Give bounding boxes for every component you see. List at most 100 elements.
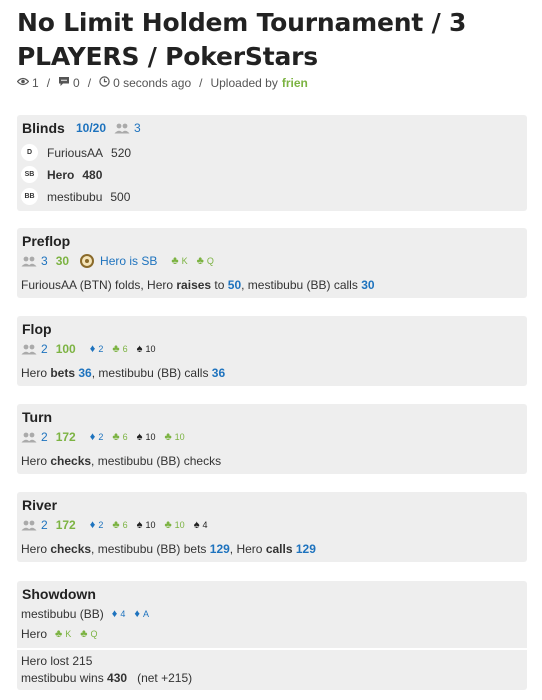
big-blind-badge: BB (21, 188, 38, 205)
comment-icon (58, 76, 70, 90)
club-icon: ♣ (196, 255, 204, 267)
pot-size: 172 (55, 518, 76, 532)
comments-count: 0 (73, 76, 80, 90)
pot-size: 172 (55, 430, 76, 444)
post-time: 0 seconds ago (113, 76, 192, 90)
blinds-panel: Blinds 10/20 3 D FuriousAA 520 SB Hero 4… (17, 115, 527, 211)
players-count: 3 (134, 121, 141, 135)
card: ♣ 6 (112, 519, 128, 531)
seat-stack: 520 (111, 145, 132, 160)
turn-title: Turn (22, 409, 53, 425)
card: ♣ Q (196, 255, 214, 267)
river-panel: River 2 172 ♦ 2 ♣ 6 ♠ 10 ♣ 10 ♠ 4 Hero checks… (17, 492, 527, 562)
club-icon: ♣ (164, 431, 172, 443)
clock-icon (99, 76, 110, 90)
showdown-player: Hero (21, 627, 48, 641)
preflop-title: Preflop (22, 233, 71, 249)
street-info: 3 30 Hero is SB ♣ K ♣ Q (21, 254, 223, 268)
seat-row: SB Hero 480 (21, 166, 102, 183)
seat-stack: 480 (82, 167, 103, 182)
views-count: 1 (32, 76, 39, 90)
showdown-title: Showdown (22, 586, 96, 602)
flop-title: Flop (22, 321, 52, 337)
spade-icon: ♠ (136, 343, 143, 355)
club-icon: ♣ (112, 519, 120, 531)
street-action: FuriousAA (BTN) folds, Hero raises to 50… (21, 278, 375, 292)
hero-position: Hero is SB (100, 254, 158, 268)
spade-icon: ♠ (193, 519, 200, 531)
players-icon (21, 344, 37, 355)
card: ♣ 10 (164, 431, 185, 443)
players-count: 2 (41, 518, 48, 532)
card: ♣ K (171, 255, 188, 267)
club-icon: ♣ (112, 431, 120, 443)
position-pin-icon (80, 254, 95, 268)
club-icon: ♣ (171, 255, 179, 267)
card: ♦ A (134, 608, 149, 620)
card: ♦ 2 (89, 431, 104, 443)
street-action: Hero bets 36 , mestibubu (BB) calls 36 (21, 366, 226, 380)
blinds-title: Blinds (22, 120, 65, 136)
card: ♣ 10 (164, 519, 185, 531)
players-count: 2 (41, 430, 48, 444)
players-icon (21, 432, 37, 443)
diamond-icon: ♦ (89, 431, 96, 443)
club-icon: ♣ (112, 343, 120, 355)
street-action: Hero checks , mestibubu (BB) bets 129 , … (21, 542, 316, 556)
street-action: Hero checks , mestibubu (BB) checks (21, 454, 222, 468)
seat-player-name: Hero (47, 167, 75, 182)
seat-player-name: mestibubu (47, 189, 103, 204)
players-count: 2 (41, 342, 48, 356)
result-line: mestibubu wins 430 (net +215) (21, 671, 193, 685)
pot-size: 30 (55, 254, 70, 268)
card: ♠ 10 (136, 343, 156, 355)
showdown-hand: mestibubu (BB) ♦ 4 ♦ A (21, 607, 158, 621)
blinds-info: 10/20 3 (76, 121, 141, 135)
uploaded-by-label: Uploaded by (210, 76, 278, 90)
card: ♣ K (55, 628, 72, 640)
turn-panel: Turn 2 172 ♦ 2 ♣ 6 ♠ 10 ♣ 10 Hero checks , m… (17, 404, 527, 474)
card: ♦ 2 (89, 519, 104, 531)
players-icon (21, 256, 37, 267)
seat-player-name: FuriousAA (47, 145, 104, 160)
club-icon: ♣ (80, 628, 88, 640)
post-meta: 1 / 0 / 0 seconds ago / Uploaded by frie… (16, 76, 308, 90)
street-info: 2 172 ♦ 2 ♣ 6 ♠ 10 ♣ 10 ♠ 4 (21, 518, 217, 532)
flop-panel: Flop 2 100 ♦ 2 ♣ 6 ♠ 10 Hero bets 36 , mest… (17, 316, 527, 386)
pot-size: 100 (55, 342, 76, 356)
card: ♦ 2 (89, 343, 104, 355)
result-line: Hero lost 215 (21, 654, 93, 668)
diamond-icon: ♦ (111, 608, 118, 620)
street-info: 2 172 ♦ 2 ♣ 6 ♠ 10 ♣ 10 (21, 430, 194, 444)
river-title: River (22, 497, 58, 513)
seat-row: D FuriousAA 520 (21, 144, 131, 161)
card: ♠ 10 (136, 431, 156, 443)
card: ♣ Q (80, 628, 98, 640)
club-icon: ♣ (55, 628, 63, 640)
page-title: No Limit Holdem Tournament / 3 PLAYERS /… (17, 8, 467, 71)
small-blind-badge: SB (21, 166, 38, 183)
seat-row: BB mestibubu 500 (21, 188, 130, 205)
preflop-panel: Preflop 3 30 Hero is SB ♣ K ♣ Q FuriousAA … (17, 228, 527, 298)
card: ♣ 6 (112, 431, 128, 443)
players-icon (114, 123, 130, 134)
club-icon: ♣ (164, 519, 172, 531)
showdown-hand: Hero ♣ K ♣ Q (21, 627, 106, 641)
uploader-link[interactable]: frien (282, 76, 308, 90)
blind-level: 10/20 (76, 121, 107, 135)
card: ♠ 10 (136, 519, 156, 531)
card: ♠ 4 (193, 519, 208, 531)
divider (17, 648, 527, 650)
showdown-player: mestibubu (BB) (21, 607, 104, 621)
eye-icon (16, 77, 30, 89)
card: ♦ 4 (111, 608, 126, 620)
players-count: 3 (41, 254, 48, 268)
card: ♣ 6 (112, 343, 128, 355)
diamond-icon: ♦ (134, 608, 140, 620)
players-icon (21, 520, 37, 531)
spade-icon: ♠ (136, 519, 143, 531)
dealer-badge: D (21, 144, 38, 161)
street-info: 2 100 ♦ 2 ♣ 6 ♠ 10 (21, 342, 164, 356)
diamond-icon: ♦ (89, 343, 96, 355)
showdown-panel: Showdown mestibubu (BB) ♦ 4 ♦ A Hero ♣ K ♣ Q… (17, 581, 527, 690)
